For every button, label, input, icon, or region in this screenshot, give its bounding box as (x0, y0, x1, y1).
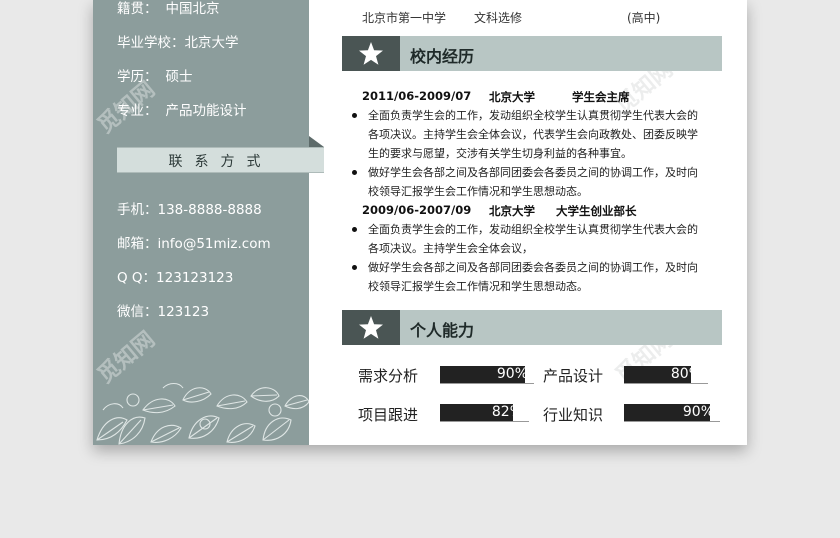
major-value: 产品功能设计 (165, 103, 247, 119)
phone-value: 138-8888-8888 (157, 202, 262, 218)
major-row: 专业： 产品功能设计 (117, 99, 247, 119)
skill-1-bar: 90% (440, 366, 534, 384)
exp1-bullet-1-text: 全面负责学生会的工作，发动组织全校学生认真贯彻学生代表大会的各项决议。主持学生会… (368, 109, 698, 160)
qq-row: Q Q：123123123 (117, 266, 233, 286)
exp2-bullet-2: 做好学生会各部之间及各部同团委会各委员之间的协调工作，及时向校领导汇报学生会工作… (352, 258, 704, 296)
leaf-pattern-decoration (96, 382, 309, 445)
exp2-org: 北京大学 (489, 204, 535, 218)
skill-4-name: 行业知识 (543, 406, 604, 424)
campus-section-header: 校内经历 (342, 36, 722, 71)
school-value: 北京大学 (184, 35, 239, 51)
skills-section-title: 个人能力 (410, 321, 475, 340)
edu-level: (高中) (627, 11, 661, 25)
skill-4-percent: 90% (682, 404, 714, 420)
email-key: 邮箱： (117, 236, 158, 252)
exp1-org: 北京大学 (489, 90, 535, 104)
hometown-row: 籍贯： 中国北京 (117, 0, 220, 17)
skill-2-name: 产品设计 (543, 367, 604, 385)
contact-band-fold (309, 136, 324, 147)
wechat-value: 123123 (157, 304, 210, 320)
phone-key: 手机： (117, 202, 158, 218)
exp2-bullet-2-text: 做好学生会各部之间及各部同团委会各委员之间的协调工作，及时向校领导汇报学生会工作… (368, 261, 698, 293)
contact-band: 联系方式 (117, 147, 324, 173)
exp1-bullet-1: 全面负责学生会的工作，发动组织全校学生认真贯彻学生代表大会的各项决议。主持学生会… (352, 106, 704, 163)
school-key: 毕业学校： (117, 35, 185, 51)
skill-4-bar: 90% (624, 404, 720, 422)
degree-key: 学历： (117, 69, 158, 85)
school-row: 毕业学校：北京大学 (117, 31, 239, 51)
skill-3-percent: 82% (491, 404, 523, 420)
edu-school: 北京市第一中学 (362, 11, 447, 25)
wechat-row: 微信：123123 (117, 300, 209, 320)
skill-1-name: 需求分析 (358, 367, 419, 385)
qq-value: 123123123 (156, 270, 234, 286)
exp1-bullet-2: 做好学生会各部之间及各部同团委会各委员之间的协调工作，及时向校领导汇报学生会工作… (352, 163, 704, 201)
bullet-dot (352, 227, 357, 232)
degree-row: 学历： 硕士 (117, 65, 193, 85)
exp1-role: 学生会主席 (572, 90, 630, 104)
bullet-dot (352, 113, 357, 118)
campus-star-box (342, 36, 400, 71)
skill-3-bar: 82% (440, 404, 529, 422)
exp1-bullet-2-text: 做好学生会各部之间及各部同团委会各委员之间的协调工作，及时向校领导汇报学生会工作… (368, 166, 698, 198)
exp2-role: 大学生创业部长 (556, 204, 637, 218)
star-icon (359, 42, 383, 65)
wechat-key: 微信： (117, 304, 158, 320)
hometown-key: 籍贯： (117, 1, 158, 17)
exp2-period: 2009/06-2007/09 (362, 203, 472, 217)
skill-3-name: 项目跟进 (358, 406, 419, 424)
campus-section-title: 校内经历 (410, 47, 475, 66)
degree-value: 硕士 (165, 69, 193, 85)
contact-title: 联系方式 (168, 154, 273, 170)
bullet-dot (352, 170, 357, 175)
email-row: 邮箱：info@51miz.com (117, 232, 271, 252)
exp2-bullet-1-text: 全面负责学生会的工作，发动组织全校学生认真贯彻学生代表大会的各项决议。主持学生会… (368, 223, 698, 255)
qq-key: Q Q： (117, 270, 157, 286)
major-key: 专业： (117, 103, 158, 119)
skill-1-percent: 90% (496, 366, 528, 382)
skill-2-bar: 80% (624, 366, 708, 384)
exp2-bullet-1: 全面负责学生会的工作，发动组织全校学生认真贯彻学生代表大会的各项决议。主持学生会… (352, 220, 704, 258)
skills-star-box (342, 310, 400, 345)
skills-section-header: 个人能力 (342, 310, 722, 345)
email-value: info@51miz.com (157, 236, 271, 252)
skill-2-percent: 80% (670, 366, 702, 382)
bullet-dot (352, 265, 357, 270)
star-icon (359, 316, 383, 339)
phone-row: 手机：138-8888-8888 (117, 198, 262, 218)
hometown-value: 中国北京 (165, 1, 220, 17)
exp1-period: 2011/06-2009/07 (362, 89, 472, 103)
edu-course: 文科选修 (474, 11, 523, 25)
